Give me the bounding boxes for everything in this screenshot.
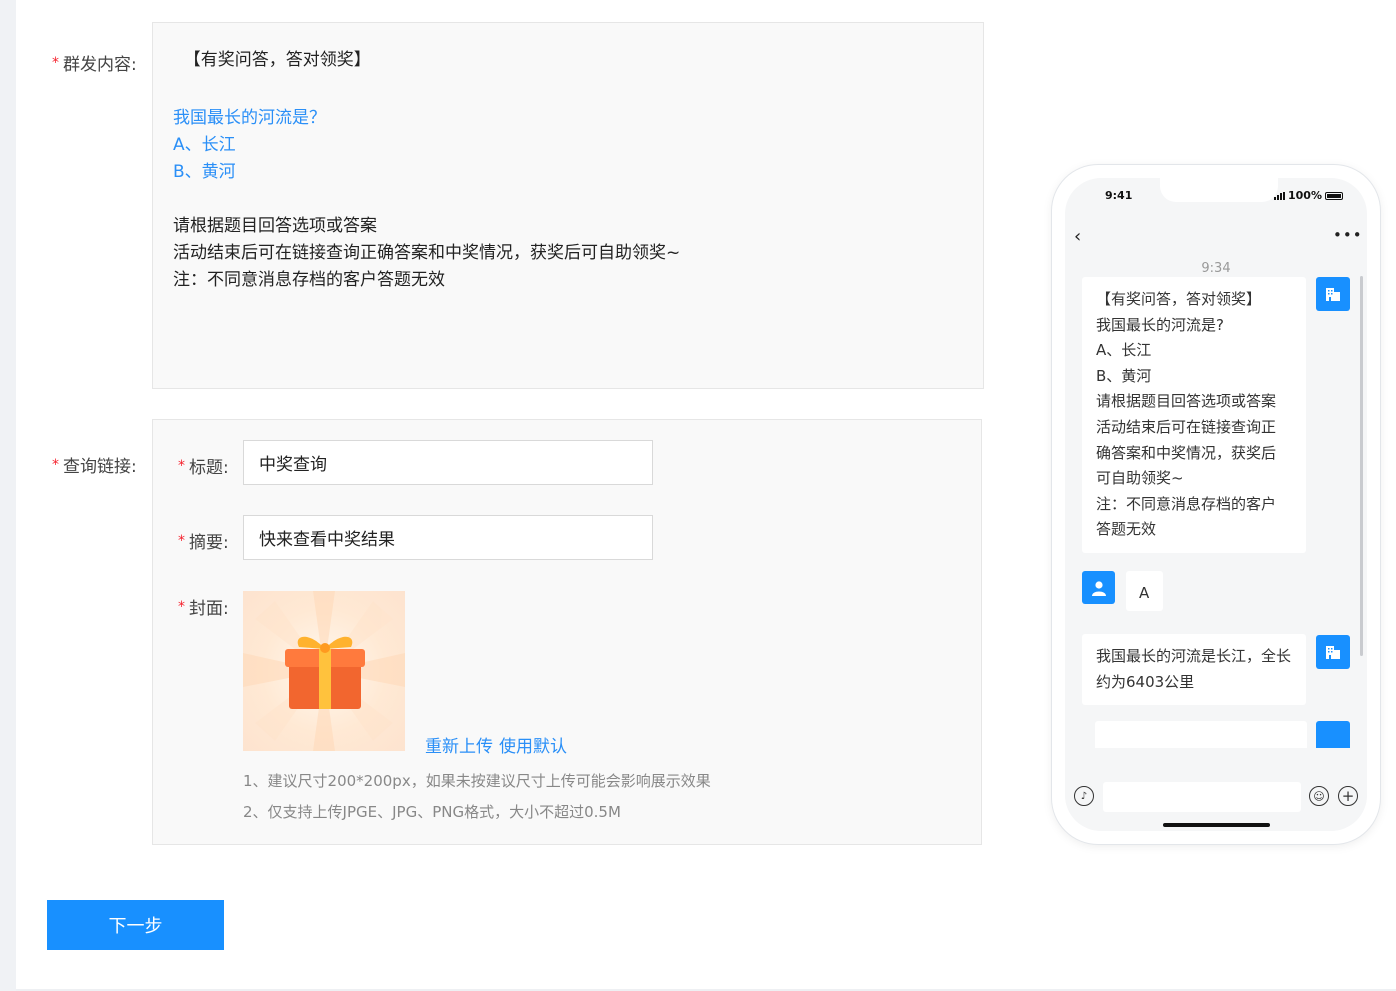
next-step-button[interactable]: 下一步	[47, 900, 224, 950]
content-line: 【有奖问答，答对领奖】	[173, 50, 371, 70]
gift-icon	[243, 591, 405, 751]
status-indicators: 100%	[1274, 189, 1343, 202]
cover-label: * 封面:	[178, 594, 229, 620]
reply-text: A	[1139, 584, 1150, 602]
signal-icon	[1274, 191, 1285, 200]
status-time: 9:41	[1105, 189, 1133, 202]
content-label-text: 群发内容:	[63, 55, 137, 75]
content-line: 请根据题目回答选项或答案	[173, 216, 377, 236]
title-input[interactable]: 中奖查询	[243, 440, 653, 485]
link-panel: * 标题: 中奖查询 * 摘要: 快来查看中奖结果 * 封面: 重新上传 使用默…	[152, 419, 982, 845]
content-line	[173, 78, 680, 105]
message-line: A、长江	[1096, 341, 1152, 360]
summary-label: * 摘要:	[178, 528, 229, 554]
link-label-text: 查询链接:	[63, 457, 137, 477]
message-line: 我国最长的河流是长江，全长	[1096, 647, 1292, 665]
content-textarea[interactable]: 【有奖问答，答对领奖】 我国最长的河流是？ A、长江 B、黄河 请根据题目回答选项或…	[152, 22, 984, 389]
message-line: 我国最长的河流是?	[1096, 315, 1224, 334]
title-input-value: 中奖查询	[259, 455, 327, 475]
cover-hint-format: 2、仅支持上传JPGE、JPG、PNG格式，大小不超过0.5M	[243, 803, 621, 821]
message-line: 约为6403公里	[1096, 672, 1195, 691]
plus-icon[interactable]: +	[1338, 786, 1358, 806]
cover-label-text: 封面:	[189, 599, 229, 619]
user-avatar-icon	[1082, 571, 1115, 604]
message-line: 请根据题目回答选项或答案	[1096, 392, 1277, 411]
reupload-link[interactable]: 重新上传	[425, 732, 493, 757]
phone-notch	[1160, 178, 1278, 202]
required-mark: *	[52, 54, 59, 71]
battery-text: 100%	[1288, 189, 1322, 202]
phone-preview: 9:41 100% ‹ ••• 9:34 【有奖问答，答对领奖】 我国最长的河流是…	[1052, 165, 1380, 844]
cover-hint-size: 1、建议尺寸200*200px，如果未按建议尺寸上传可能会影响展示效果	[243, 772, 711, 790]
required-mark: *	[178, 532, 185, 549]
content-line: 活动结束后可在链接查询正确答案和中奖情况，获奖后可自助领奖~	[173, 243, 681, 263]
business-avatar-icon	[1316, 635, 1350, 669]
left-sidebar-edge	[0, 0, 16, 991]
chat-message-input[interactable]	[1103, 782, 1301, 812]
message-bubble-answer: 我国最长的河流是长江，全长 约为6403公里	[1082, 634, 1306, 706]
back-icon[interactable]: ‹	[1074, 226, 1081, 247]
message-bubble-partial	[1095, 721, 1307, 751]
emoji-icon[interactable]: ☺	[1309, 786, 1329, 806]
content-text: 【有奖问答，答对领奖】 我国最长的河流是？ A、长江 B、黄河 请根据题目回答选项或…	[173, 47, 680, 294]
required-mark: *	[52, 456, 59, 473]
chat-scrollbar[interactable]	[1360, 276, 1363, 656]
business-avatar-icon	[1316, 721, 1350, 751]
home-indicator	[1163, 823, 1270, 827]
message-line: 确答案和中奖情况，获奖后	[1096, 443, 1277, 462]
message-line: 答题无效	[1096, 520, 1157, 539]
title-label: * 标题:	[178, 453, 229, 479]
title-label-text: 标题:	[189, 458, 229, 478]
chat-timestamp: 9:34	[1201, 261, 1231, 276]
message-line: 活动结束后可在链接查询正	[1096, 417, 1277, 436]
business-avatar-icon	[1316, 277, 1350, 311]
battery-icon	[1324, 191, 1343, 200]
summary-label-text: 摘要:	[189, 533, 229, 553]
use-default-link[interactable]: 使用默认	[499, 732, 567, 757]
summary-input[interactable]: 快来查看中奖结果	[243, 515, 653, 560]
content-label: * 群发内容:	[52, 50, 137, 76]
message-line: B、黄河	[1096, 366, 1152, 385]
message-line: 注：不同意消息存档的客户	[1096, 494, 1277, 513]
more-icon[interactable]: •••	[1333, 226, 1363, 244]
message-line: 【有奖问答，答对领奖】	[1096, 290, 1262, 308]
content-line: 我国最长的河流是？	[173, 108, 326, 128]
required-mark: *	[178, 457, 185, 474]
content-line	[173, 186, 680, 213]
link-label: * 查询链接:	[52, 452, 137, 478]
cover-image	[243, 591, 405, 751]
message-line: 可自助领奖~	[1096, 469, 1184, 488]
summary-input-value: 快来查看中奖结果	[259, 530, 395, 550]
content-line: A、长江	[173, 135, 236, 155]
cover-actions: 重新上传 使用默认	[425, 732, 567, 757]
message-bubble-reply: A	[1126, 571, 1163, 611]
message-bubble-quiz: 【有奖问答，答对领奖】 我国最长的河流是? A、长江 B、黄河请根据题目回答选项或答案…	[1082, 277, 1306, 553]
voice-icon[interactable]: ♪	[1074, 786, 1094, 806]
phone-screen: 9:41 100% ‹ ••• 9:34 【有奖问答，答对领奖】 我国最长的河流是…	[1065, 178, 1367, 831]
content-line: 注：不同意消息存档的客户答题无效	[173, 270, 445, 290]
required-mark: *	[178, 598, 185, 615]
content-line: B、黄河	[173, 162, 236, 182]
